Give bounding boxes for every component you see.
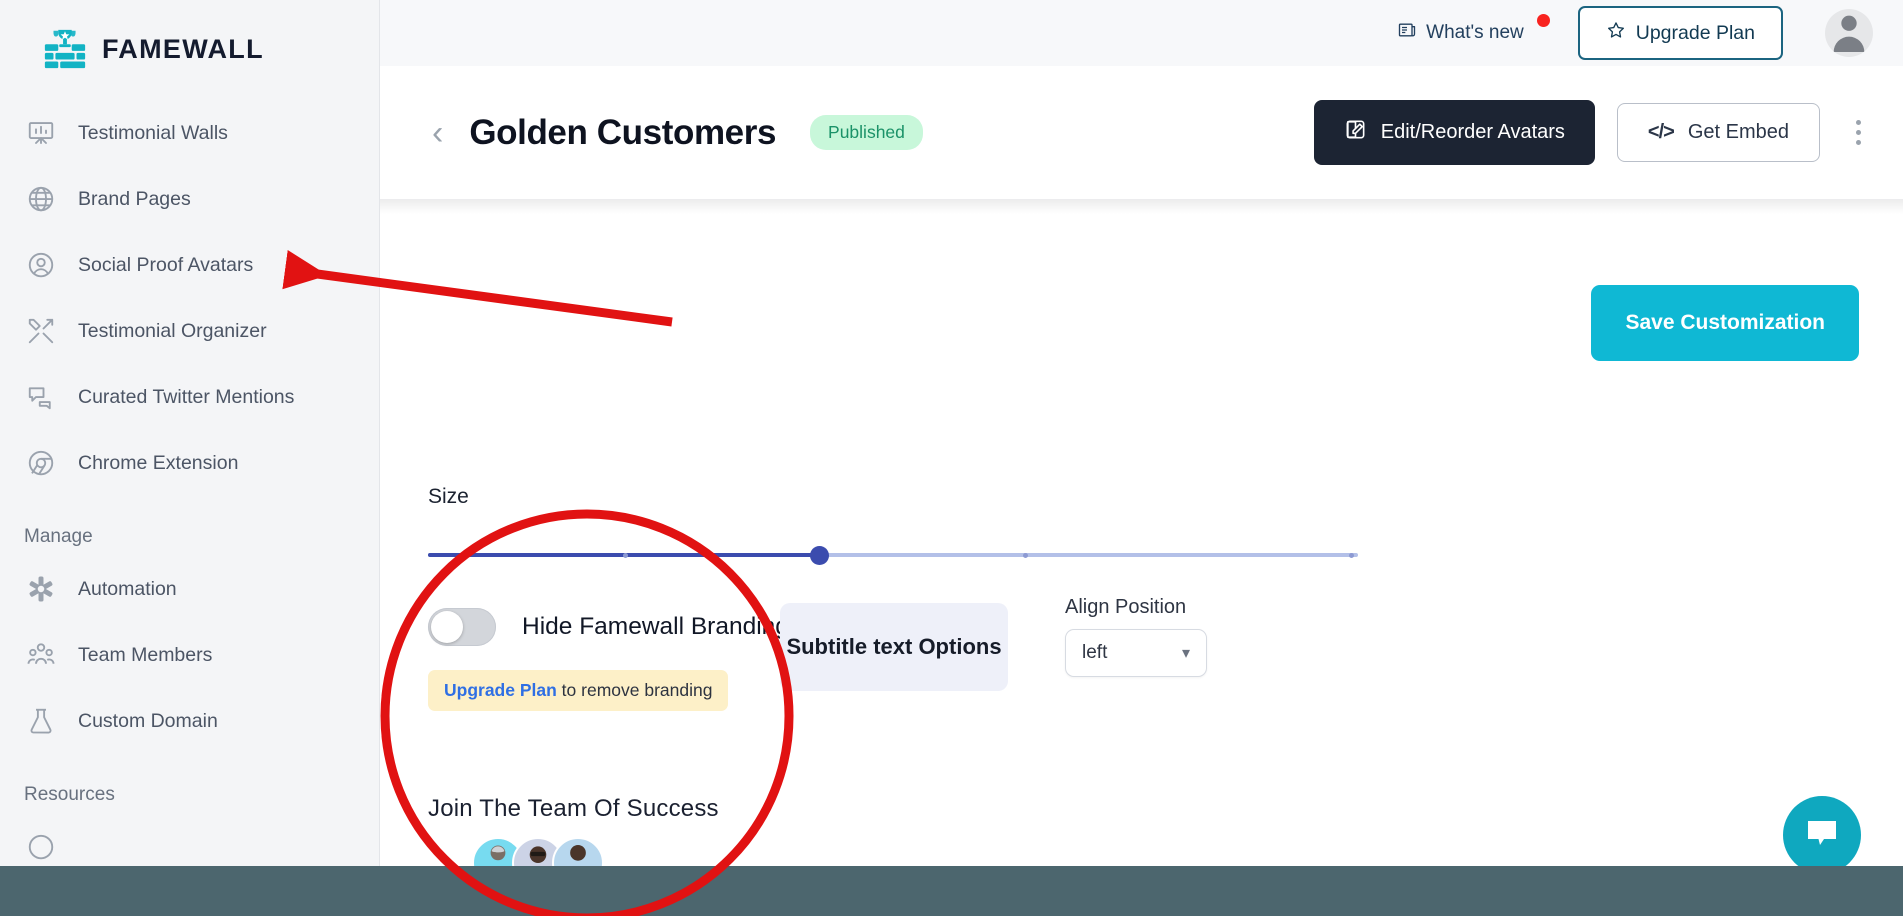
- upgrade-plan-button[interactable]: Upgrade Plan: [1577, 6, 1783, 60]
- align-position-block: Align Position left ▾: [1065, 596, 1207, 677]
- user-circle-icon: [24, 248, 58, 282]
- sidebar: FAMEWALL Testimonial Walls Brand Pages S…: [0, 0, 380, 916]
- sidebar-item-social-proof-avatars[interactable]: Social Proof Avatars: [0, 232, 379, 298]
- align-position-select[interactable]: left ▾: [1065, 629, 1207, 677]
- people-group-icon: [24, 638, 58, 672]
- save-customization-button[interactable]: Save Customization: [1591, 285, 1859, 361]
- upgrade-plan-label: Upgrade Plan: [1635, 21, 1755, 44]
- chat-bubble-icon: [1802, 813, 1842, 858]
- slider-tick: [1023, 552, 1029, 558]
- size-slider[interactable]: [428, 545, 1358, 565]
- brand-logo[interactable]: FAMEWALL: [0, 0, 379, 78]
- sidebar-section-resources: Resources: [24, 784, 115, 805]
- main-content: Size Hide Famewall Branding Upgrade Plan…: [380, 200, 1903, 916]
- slider-tick: [623, 552, 629, 558]
- sidebar-item-testimonial-organizer[interactable]: Testimonial Organizer: [0, 298, 379, 364]
- preview-title: Join The Team Of Success: [428, 795, 719, 822]
- align-position-label: Align Position: [1065, 596, 1187, 618]
- star-icon: [1606, 20, 1626, 46]
- sidebar-item-label: Curated Twitter Mentions: [78, 385, 295, 408]
- sidebar-item-chrome-extension[interactable]: Chrome Extension: [0, 430, 379, 496]
- whats-new-button[interactable]: What's new: [1397, 14, 1550, 46]
- globe-icon: [24, 182, 58, 216]
- news-icon: [1397, 20, 1417, 46]
- pencil-square-icon: [1344, 118, 1367, 147]
- upgrade-plan-link[interactable]: Upgrade Plan: [444, 680, 557, 700]
- status-badge: Published: [810, 115, 923, 150]
- sidebar-section-manage: Manage: [24, 526, 93, 547]
- page-title: Golden Customers: [469, 112, 777, 152]
- asterisk-icon: [24, 572, 58, 606]
- get-embed-button[interactable]: </> Get Embed: [1616, 103, 1820, 162]
- slider-thumb[interactable]: [809, 546, 829, 565]
- brand-name: FAMEWALL: [102, 33, 264, 64]
- trophy-wall-icon: [42, 26, 88, 72]
- sidebar-item-curated-twitter-mentions[interactable]: Curated Twitter Mentions: [0, 364, 379, 430]
- chat-widget-button[interactable]: [1783, 796, 1861, 874]
- code-icon: </>: [1647, 121, 1675, 143]
- presentation-chart-icon: [24, 116, 58, 150]
- sidebar-item-automation[interactable]: Automation: [0, 556, 379, 622]
- sidebar-item-label: Automation: [78, 577, 177, 600]
- top-bar: What's new Upgrade Plan: [380, 0, 1903, 66]
- sidebar-item-testimonial-walls[interactable]: Testimonial Walls: [0, 100, 379, 166]
- sidebar-item-label: Chrome Extension: [78, 451, 239, 474]
- edit-reorder-avatars-label: Edit/Reorder Avatars: [1380, 121, 1565, 143]
- hide-branding-label: Hide Famewall Branding: [522, 613, 789, 640]
- sidebar-item-brand-pages[interactable]: Brand Pages: [0, 166, 379, 232]
- notification-dot-icon: [1536, 14, 1550, 27]
- hide-branding-row: Hide Famewall Branding: [428, 608, 789, 646]
- upgrade-note-rest: to remove branding: [556, 680, 713, 700]
- sidebar-item-team-members[interactable]: Team Members: [0, 622, 379, 688]
- chat-bubbles-icon: [24, 380, 58, 414]
- app-root: FAMEWALL Testimonial Walls Brand Pages S…: [0, 0, 1903, 916]
- toggle-knob: [431, 611, 463, 643]
- sidebar-item-label: Team Members: [78, 643, 213, 666]
- subtitle-text-options-button[interactable]: Subtitle text Options: [780, 603, 1008, 691]
- align-position-value: left: [1082, 642, 1108, 663]
- flask-icon: [24, 704, 58, 738]
- upgrade-branding-note: Upgrade Plan to remove branding: [428, 670, 729, 711]
- sidebar-item-label: Social Proof Avatars: [78, 253, 254, 276]
- sidebar-nav: Testimonial Walls Brand Pages Social Pro…: [0, 100, 379, 880]
- get-embed-label: Get Embed: [1687, 121, 1789, 143]
- sidebar-item-custom-domain[interactable]: Custom Domain: [0, 688, 379, 754]
- size-label: Size: [428, 485, 469, 508]
- content-shadow: [380, 200, 1903, 214]
- help-circle-icon: [24, 830, 58, 864]
- hide-branding-toggle[interactable]: [428, 608, 496, 646]
- sidebar-item-label: Testimonial Organizer: [78, 319, 267, 342]
- edit-reorder-avatars-button[interactable]: Edit/Reorder Avatars: [1313, 100, 1595, 165]
- user-avatar-icon: [1826, 9, 1872, 57]
- chevron-down-icon: ▾: [1181, 645, 1190, 662]
- slider-tick: [1348, 552, 1354, 558]
- sidebar-item-label: Brand Pages: [78, 187, 191, 210]
- chrome-icon: [24, 446, 58, 480]
- chevron-left-icon[interactable]: ‹: [432, 116, 443, 150]
- sidebar-item-label: Custom Domain: [78, 709, 218, 732]
- tools-icon: [24, 314, 58, 348]
- page-header: ‹ Golden Customers Published Edit/Reorde…: [380, 66, 1903, 200]
- sidebar-item-label: Testimonial Walls: [78, 121, 228, 144]
- footer-bar: [0, 866, 1903, 916]
- user-avatar-button[interactable]: [1825, 9, 1873, 57]
- whats-new-label: What's new: [1426, 22, 1524, 43]
- page-header-actions: Edit/Reorder Avatars </> Get Embed: [1313, 100, 1871, 165]
- kebab-menu-icon[interactable]: [1846, 112, 1871, 153]
